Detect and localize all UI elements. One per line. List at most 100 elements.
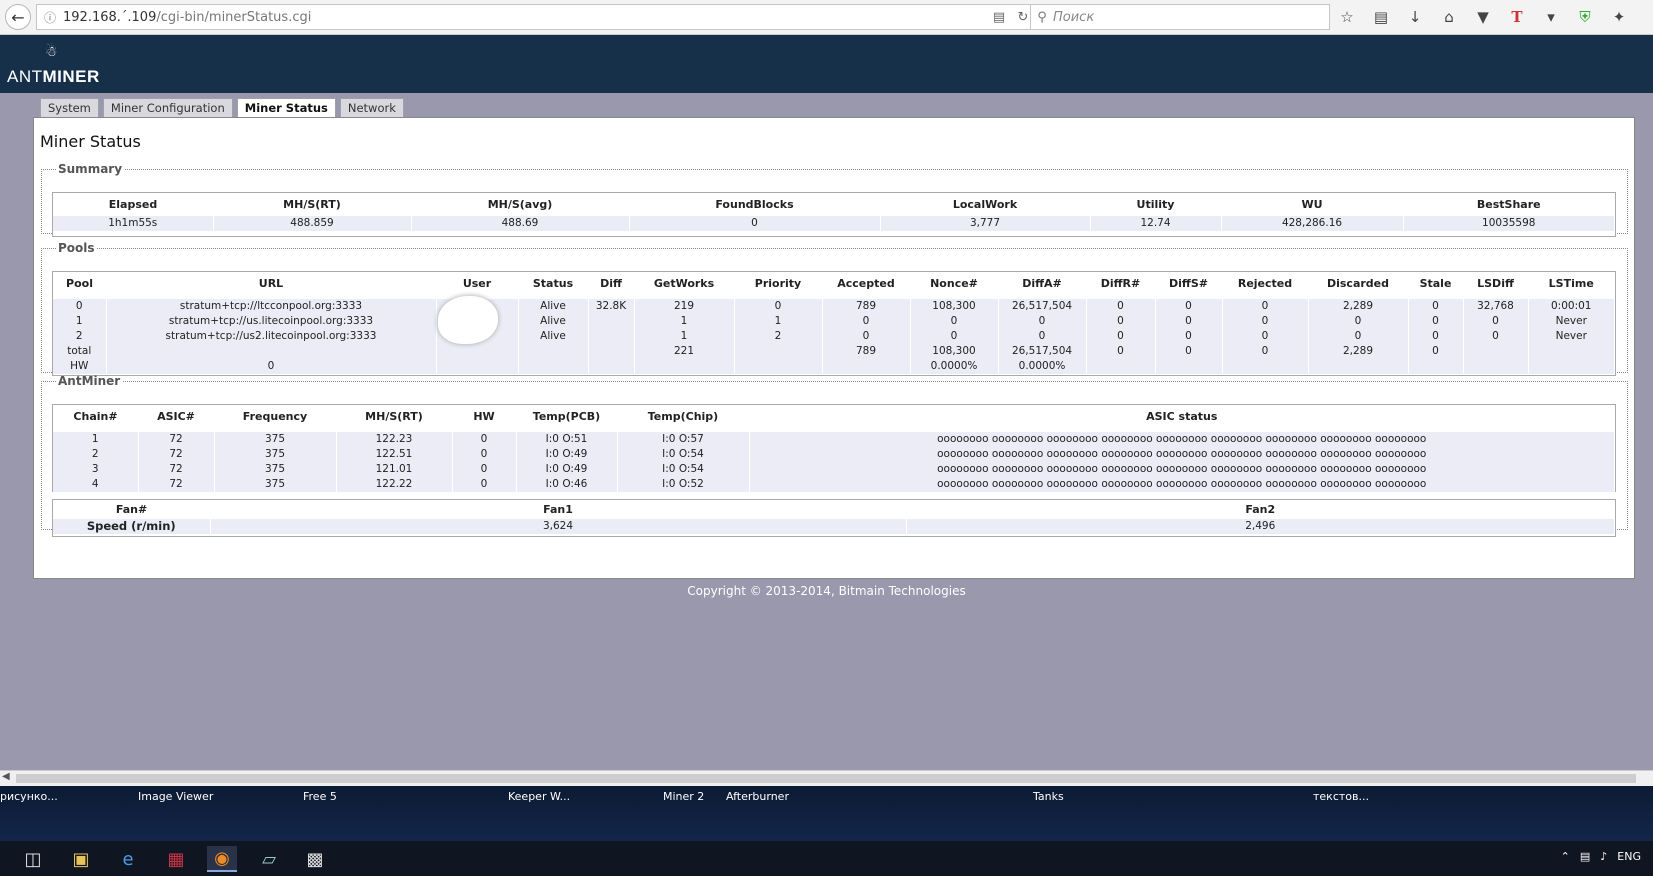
table-cell: 0: [1086, 344, 1156, 359]
table-cell: 0: [1222, 299, 1309, 314]
tab-system[interactable]: System: [40, 98, 99, 118]
table-cell: 0: [629, 216, 881, 231]
table-row: 1 stratum+tcp://us.litecoinpool.org:3333 A…: [53, 314, 1615, 329]
table-cell: 122.23: [336, 432, 453, 447]
desktop-icon-label[interactable]: текстов...: [1313, 790, 1369, 803]
table-cell: 0: [910, 329, 999, 344]
address-bar[interactable]: ⓘ 192.168.´.109/cgi-bin/minerStatus.cgi …: [36, 4, 1036, 30]
table-cell: oooooooo oooooooo oooooooo oooooooo oooo…: [749, 477, 1615, 492]
table-cell: I:0 O:51: [516, 432, 618, 447]
table-cell: 0: [106, 359, 437, 374]
shield-icon[interactable]: ⛨: [1573, 8, 1597, 26]
taskbar: ◫ ▣ e ▦ ◉ ▱ ▩ ⌃ ▤ ♪ ENG: [0, 841, 1653, 876]
file-explorer-icon[interactable]: ▣: [66, 846, 96, 872]
desktop-icon-label[interactable]: Miner 2: [663, 790, 704, 803]
column-header: BestShare: [1476, 198, 1541, 211]
column-header: Discarded: [1326, 277, 1390, 290]
extension-icon[interactable]: ✦: [1607, 8, 1631, 26]
url-host: 192.168.´.109: [63, 9, 157, 25]
table-cell: 0: [822, 314, 911, 329]
summary-section: Summary Elapsed MH/S(RT) MH/S(avg) FoundBlo…: [41, 162, 1628, 237]
column-header: Fan2: [1245, 503, 1276, 516]
table-cell: 0.0000%: [998, 359, 1087, 374]
desktop-icon-label[interactable]: Free 5: [303, 790, 337, 803]
edge-browser-icon[interactable]: e: [113, 846, 143, 872]
back-button[interactable]: ←: [5, 4, 31, 30]
firefox-icon[interactable]: ◉: [207, 846, 237, 872]
app-header: ☃ ANTMINER: [0, 35, 1653, 93]
home-icon[interactable]: ⌂: [1437, 8, 1461, 26]
column-header: LSDiff: [1477, 277, 1514, 290]
bookmark-star-icon[interactable]: ☆: [1335, 8, 1359, 26]
table-cell: 0.0000%: [910, 359, 999, 374]
translate-extension-icon[interactable]: T: [1505, 8, 1529, 26]
table-cell: [1308, 359, 1409, 374]
task-view-icon[interactable]: ◫: [18, 846, 48, 872]
table-cell: I:0 O:49: [516, 447, 618, 462]
column-header: Pool: [66, 277, 93, 290]
tab-miner-configuration[interactable]: Miner Configuration: [102, 98, 233, 118]
table-cell: I:0 O:57: [617, 432, 750, 447]
terminal-icon[interactable]: ▩: [300, 846, 330, 872]
chains-table: Chain# ASIC# Frequency MH/S(RT) HW Temp(PCB) T…: [53, 405, 1615, 492]
table-cell: 0: [1408, 314, 1464, 329]
table-cell: 0: [1308, 314, 1409, 329]
tab-network[interactable]: Network: [339, 98, 404, 118]
desktop-icon-label[interactable]: Keeper W...: [508, 790, 570, 803]
volume-icon[interactable]: ♪: [1600, 850, 1607, 863]
scrollbar-thumb[interactable]: [16, 774, 1636, 783]
scroll-left-icon[interactable]: ◀: [2, 771, 10, 782]
table-cell: I:0 O:49: [516, 462, 618, 477]
table-cell: 3,777: [880, 216, 1091, 231]
redacted-user-blob: [438, 296, 498, 344]
table-cell: 2,496: [906, 519, 1615, 534]
system-tray: ⌃ ▤ ♪ ENG: [1561, 850, 1641, 863]
desktop-icon-label[interactable]: рисунко...: [0, 790, 58, 803]
save-app-icon[interactable]: ▦: [161, 846, 191, 872]
table-cell: [518, 359, 589, 374]
tray-chevron-icon[interactable]: ⌃: [1561, 850, 1570, 863]
table-cell: 0: [1086, 299, 1156, 314]
table-cell: 0: [1222, 314, 1309, 329]
column-header: Nonce#: [930, 277, 978, 290]
table-cell: 1: [53, 432, 139, 447]
table-cell: 10035598: [1403, 216, 1615, 231]
table-cell: 0: [1155, 314, 1223, 329]
bookmarks-list-icon[interactable]: ▤: [1369, 8, 1393, 26]
reader-view-icon[interactable]: ▤: [987, 10, 1011, 25]
desktop-icon-label[interactable]: Tanks: [1033, 790, 1064, 803]
language-indicator[interactable]: ENG: [1617, 850, 1641, 863]
desktop-icon-label[interactable]: Afterburner: [726, 790, 789, 803]
info-icon[interactable]: ⓘ: [41, 9, 59, 26]
table-cell: Alive: [518, 329, 589, 344]
column-header: Stale: [1419, 277, 1452, 290]
table-cell: 32,768: [1463, 299, 1529, 314]
table-cell: 108,300: [910, 344, 999, 359]
extension-dropdown-icon[interactable]: ▾: [1539, 8, 1563, 26]
table-row: Speed (r/min) 3,624 2,496: [53, 519, 1615, 534]
table-cell: 1: [734, 314, 823, 329]
table-cell: 72: [138, 477, 215, 492]
horizontal-scrollbar[interactable]: ◀: [0, 770, 1653, 786]
table-cell: Alive: [518, 299, 589, 314]
download-icon[interactable]: ↓: [1403, 8, 1427, 26]
table-cell: 3,624: [210, 519, 907, 534]
table-row: 1h1m55s 488.859 488.69 0 3,777 12.74 428,286.1…: [53, 216, 1615, 231]
column-header: Temp(PCB): [532, 410, 601, 423]
table-cell: 72: [138, 447, 215, 462]
search-box[interactable]: ⚲ Поиск: [1030, 4, 1330, 30]
table-cell: [1463, 344, 1529, 359]
column-header: Frequency: [242, 410, 308, 423]
desktop-icon-label[interactable]: Image Viewer: [138, 790, 213, 803]
table-cell: 0: [1463, 314, 1529, 329]
table-row: 1 72 375 122.23 0 I:0 O:51 I:0 O:57 oooooooo oo…: [53, 432, 1615, 447]
ant-logo-icon: ☃: [45, 43, 59, 59]
network-icon[interactable]: ▤: [1580, 850, 1590, 863]
table-cell: 4: [53, 477, 139, 492]
tab-miner-status[interactable]: Miner Status: [236, 98, 336, 119]
table-cell: 0: [1155, 329, 1223, 344]
app-icon[interactable]: ▱: [254, 846, 284, 872]
table-cell: 2,289: [1308, 344, 1409, 359]
pocket-icon[interactable]: ▼: [1471, 8, 1495, 26]
table-cell: oooooooo oooooooo oooooooo oooooooo oooo…: [749, 462, 1615, 477]
